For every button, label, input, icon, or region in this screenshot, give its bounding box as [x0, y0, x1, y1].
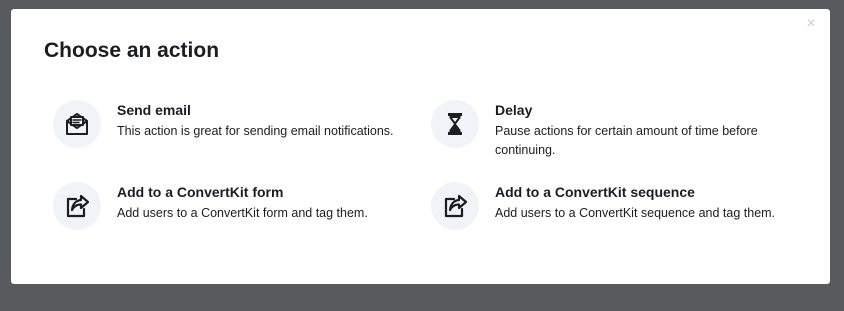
action-title: Add to a ConvertKit form	[117, 184, 284, 200]
action-title: Add to a ConvertKit sequence	[495, 184, 695, 200]
share-icon	[431, 182, 479, 230]
choose-action-modal: × Choose an action Send email This actio…	[11, 9, 830, 284]
action-title: Delay	[495, 102, 533, 118]
action-title: Send email	[117, 102, 191, 118]
action-description: Add users to a ConvertKit sequence and t…	[495, 206, 776, 220]
action-description: This action is great for sending email n…	[117, 124, 394, 138]
close-icon[interactable]: ×	[804, 16, 818, 32]
modal-title: Choose an action	[44, 39, 220, 62]
envelope-icon	[53, 100, 101, 148]
action-delay[interactable]: Delay Pause actions for certain amount o…	[431, 100, 791, 170]
action-description: Add users to a ConvertKit form and tag t…	[117, 206, 368, 220]
action-add-convertkit-form[interactable]: Add to a ConvertKit form Add users to a …	[53, 182, 413, 252]
hourglass-icon	[431, 100, 479, 148]
action-add-convertkit-sequence[interactable]: Add to a ConvertKit sequence Add users t…	[431, 182, 791, 252]
action-send-email[interactable]: Send email This action is great for send…	[53, 100, 413, 170]
action-description: Pause actions for certain amount of time…	[495, 124, 758, 157]
share-icon	[53, 182, 101, 230]
